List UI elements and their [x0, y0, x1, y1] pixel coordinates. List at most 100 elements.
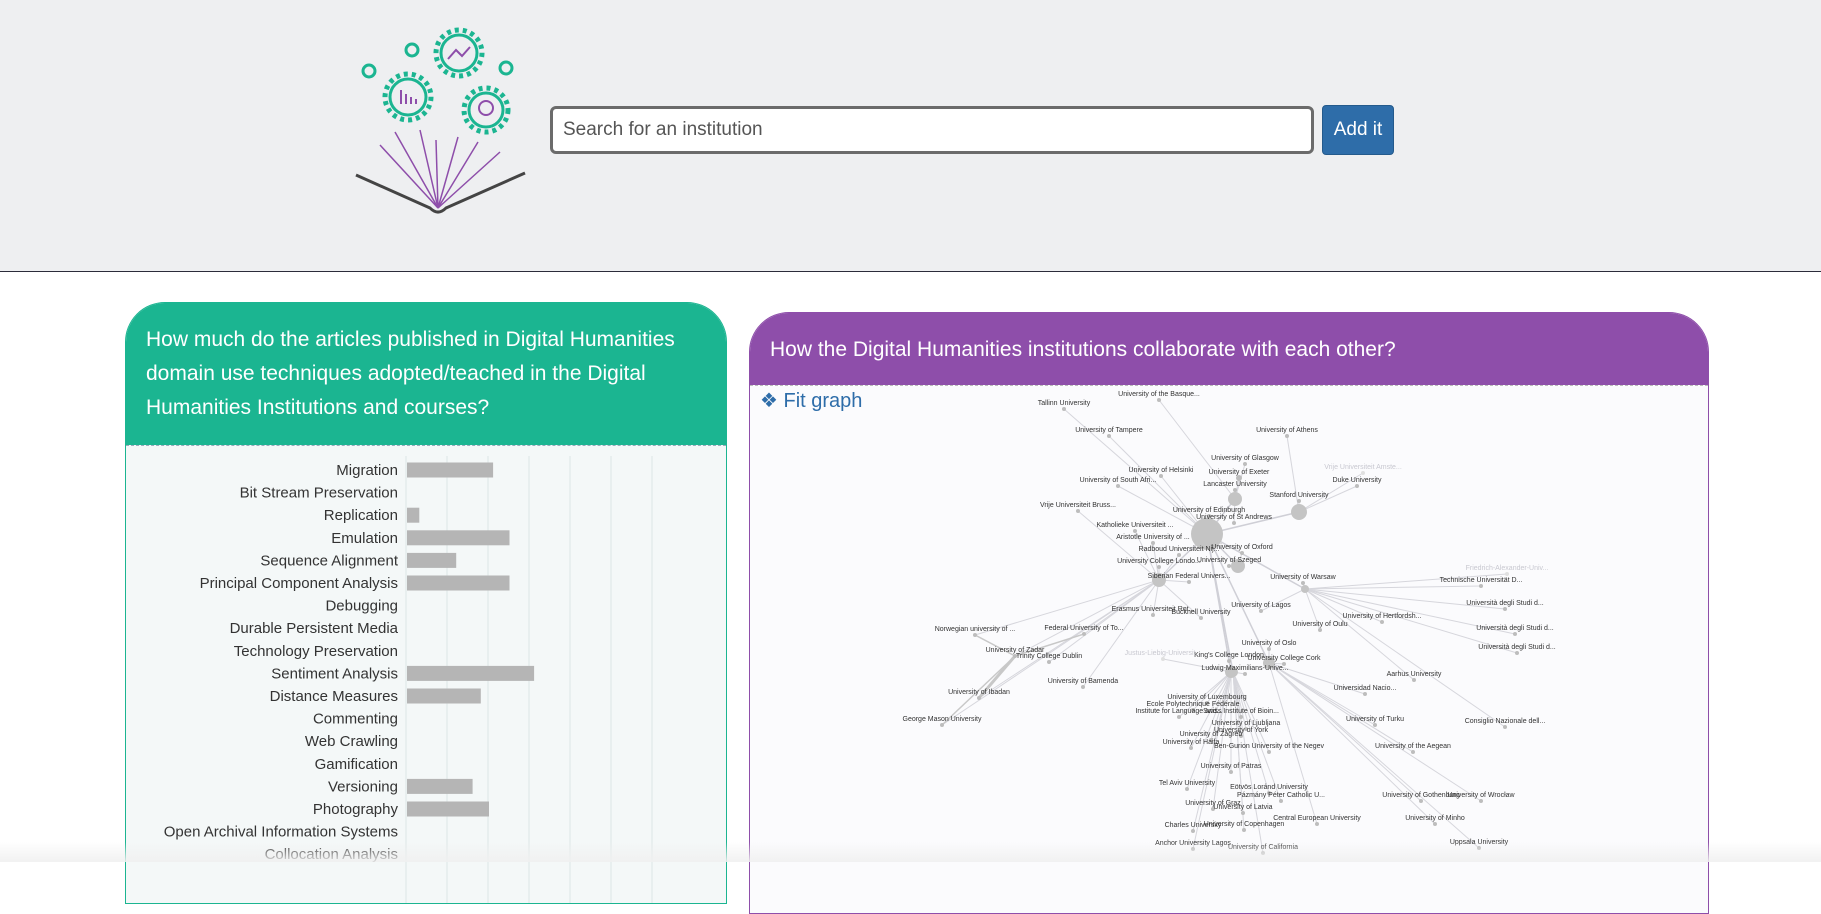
graph-edge: [1304, 588, 1415, 681]
bar[interactable]: [407, 530, 510, 546]
graph-node[interactable]: [1243, 462, 1247, 466]
graph-node[interactable]: [1047, 660, 1051, 664]
bottom-fade: [0, 842, 1821, 862]
bar[interactable]: [407, 801, 489, 817]
graph-node[interactable]: [940, 723, 944, 727]
graph-node[interactable]: [1515, 651, 1519, 655]
graph-node[interactable]: [1411, 750, 1415, 754]
bar-label: Distance Measures: [270, 688, 398, 705]
graph-node[interactable]: [1267, 750, 1271, 754]
graph-node[interactable]: [1361, 471, 1365, 475]
graph-node[interactable]: [1503, 607, 1507, 611]
graph-node[interactable]: [1380, 620, 1384, 624]
graph-node[interactable]: [1185, 787, 1189, 791]
bar-label: Sequence Alignment: [260, 552, 398, 569]
graph-node-label: Friedrich-Alexander-Univ...: [1466, 565, 1549, 572]
graph-node-label: George Mason University: [903, 716, 982, 723]
graph-node[interactable]: [1241, 811, 1245, 815]
graph-node[interactable]: [1315, 822, 1319, 826]
collaboration-network-svg[interactable]: Tallinn University University of the Basq…: [750, 386, 1708, 914]
graph-node[interactable]: [1161, 657, 1165, 661]
graph-node[interactable]: [1227, 659, 1231, 663]
graph-node[interactable]: [1412, 678, 1416, 682]
graph-node[interactable]: [1433, 822, 1437, 826]
bar[interactable]: [407, 507, 420, 523]
techniques-bar-chart: Migration Bit Stream Preservation Replicat…: [164, 456, 653, 903]
graph-node[interactable]: [1177, 715, 1181, 719]
fit-graph-button[interactable]: ❖ Fit graph: [760, 388, 862, 413]
graph-node-label: University of Szeged: [1197, 557, 1261, 564]
graph-node[interactable]: [1199, 616, 1203, 620]
graph-node[interactable]: [1513, 632, 1517, 636]
graph-node[interactable]: [1233, 488, 1237, 492]
graph-node-label: Aristotle University of ...: [1116, 534, 1190, 541]
graph-node-label: University of the Basque...: [1118, 391, 1200, 398]
graph-hub-node[interactable]: [1291, 504, 1307, 520]
graph-node-label: University of South Afri...: [1080, 477, 1157, 484]
graph-node-label: Siberian Federal Univers...: [1148, 573, 1231, 580]
bar-label: Bit Stream Preservation: [240, 485, 398, 502]
graph-node[interactable]: [1076, 509, 1080, 513]
graph-node[interactable]: [1133, 529, 1137, 533]
graph-node[interactable]: [1503, 725, 1507, 729]
graph-node[interactable]: [1107, 434, 1111, 438]
graph-node[interactable]: [1285, 434, 1289, 438]
bar[interactable]: [407, 688, 481, 704]
graph-node[interactable]: [1157, 398, 1161, 402]
graph-node[interactable]: [1318, 628, 1322, 632]
graph-hub-node[interactable]: [1228, 492, 1242, 506]
graph-node[interactable]: [1189, 746, 1193, 750]
graph-hub-node[interactable]: [1301, 585, 1309, 593]
bar[interactable]: [407, 575, 510, 591]
graph-node[interactable]: [1157, 565, 1161, 569]
graph-node[interactable]: [1232, 521, 1236, 525]
graph-node[interactable]: [1259, 609, 1263, 613]
bar[interactable]: [407, 552, 457, 568]
graph-node-label: Swiss Institute of Bioin...: [1203, 708, 1279, 715]
graph-node[interactable]: [1242, 828, 1246, 832]
graph-node[interactable]: [973, 633, 977, 637]
graph-node[interactable]: [1279, 799, 1283, 803]
search-input[interactable]: [550, 106, 1314, 154]
graph-node-label: Trinity College Dublin: [1016, 653, 1082, 660]
graph-node[interactable]: [1363, 692, 1367, 696]
graph-node[interactable]: [1081, 685, 1085, 689]
graph-node[interactable]: [1373, 723, 1377, 727]
graph-node[interactable]: [1116, 484, 1120, 488]
graph-node[interactable]: [1239, 715, 1243, 719]
graph-node[interactable]: [1479, 584, 1483, 588]
bar[interactable]: [407, 778, 473, 794]
graph-node-label: University of Hertfordsh...: [1343, 613, 1422, 620]
graph-node[interactable]: [1151, 541, 1155, 545]
graph-node-label: University of Oslo: [1242, 640, 1297, 647]
graph-node[interactable]: [1240, 551, 1244, 555]
graph-node[interactable]: [1187, 580, 1191, 584]
graph-node[interactable]: [1301, 581, 1305, 585]
graph-node[interactable]: [1297, 499, 1301, 503]
graph-node[interactable]: [1177, 553, 1181, 557]
graph-node[interactable]: [1229, 770, 1233, 774]
graph-node-label: Norwegian university of ...: [935, 626, 1016, 633]
collaboration-graph[interactable]: Tallinn University University of the Basq…: [750, 385, 1708, 914]
bar[interactable]: [407, 462, 494, 478]
graph-node[interactable]: [1191, 829, 1195, 833]
graph-node[interactable]: [1082, 632, 1086, 636]
graph-node[interactable]: [1267, 647, 1271, 651]
bar-label: Technology Preservation: [234, 643, 398, 660]
graph-node[interactable]: [1062, 407, 1066, 411]
bar[interactable]: [407, 665, 535, 681]
graph-node-label: Tallinn University: [1038, 400, 1091, 407]
graph-node[interactable]: [1159, 474, 1163, 478]
graph-node[interactable]: [1151, 613, 1155, 617]
bar-label: Replication: [324, 507, 398, 524]
graph-node[interactable]: [977, 696, 981, 700]
graph-node[interactable]: [1227, 564, 1231, 568]
graph-node[interactable]: [1355, 484, 1359, 488]
graph-node[interactable]: [1419, 799, 1423, 803]
graph-node-label: Ludwig-Maximilians-Unive...: [1201, 665, 1288, 672]
graph-node[interactable]: [1479, 799, 1483, 803]
graph-node[interactable]: [1243, 672, 1247, 676]
graph-node-label: University of Copenhagen: [1204, 821, 1285, 828]
add-it-button[interactable]: Add it: [1322, 105, 1394, 155]
graph-node[interactable]: [1505, 572, 1509, 576]
